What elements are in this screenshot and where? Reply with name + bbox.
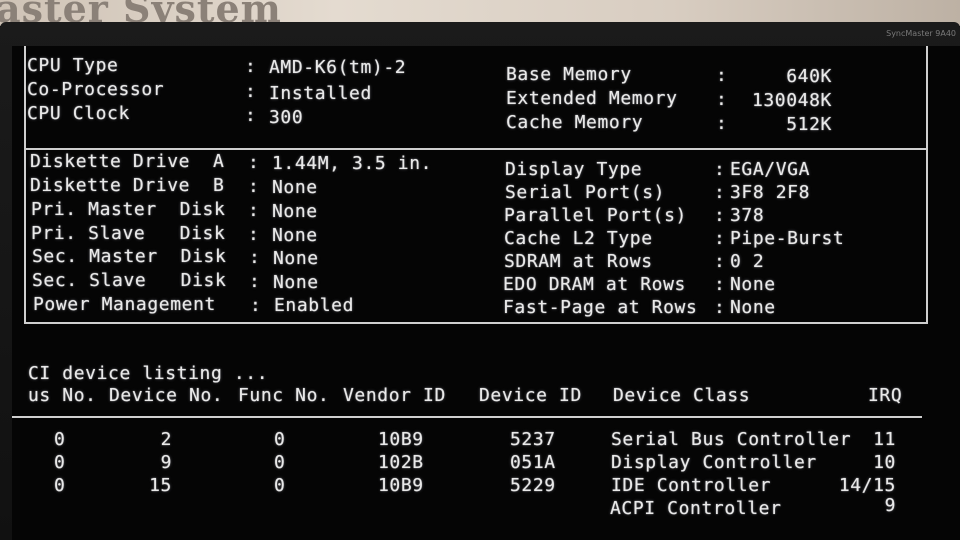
coprocessor-label: Co-Processor [27,79,165,100]
display-type-value: EGA/VGA [730,159,811,180]
fast-page-rows-value: None [730,297,776,318]
pci-header-class: Device Class [613,385,751,406]
cpu-type-label: CPU Type [27,55,119,76]
coprocessor-colon: : [245,81,257,102]
pci-row-3-vendor: 10B9 [378,475,424,496]
pri-master-label: Pri. Master Disk [31,199,226,220]
diskette-b-colon: : [248,176,260,197]
pri-master-colon: : [248,200,260,221]
pci-row-1-func: 0 [274,429,286,450]
sec-master-label: Sec. Master Disk [32,246,227,267]
cache-l2-type-colon: : [714,228,726,249]
sec-master-colon: : [249,247,261,268]
cpu-type-colon: : [245,56,257,77]
pri-slave-colon: : [248,224,260,245]
serial-ports-value: 3F8 2F8 [730,182,811,203]
pci-row-3-bus: 0 [54,475,66,496]
diskette-a-colon: : [248,152,260,173]
serial-ports-colon: : [714,182,726,203]
parallel-ports-value: 378 [730,205,765,226]
pci-row-2-func: 0 [274,452,286,473]
pci-row-3-device-id: 5229 [510,475,556,496]
pci-header-func: Func No. [238,385,330,406]
edo-dram-rows-colon: : [714,274,726,295]
pci-header-bus: us No. [28,385,97,406]
extended-memory-label: Extended Memory [506,88,678,109]
cpu-clock-colon: : [245,105,257,126]
power-management-label: Power Management [33,294,216,315]
pci-row-2-bus: 0 [54,452,66,473]
pci-row-1-device: 2 [160,429,172,450]
pci-header-vendor: Vendor ID [343,385,446,406]
sdram-rows-colon: : [714,251,726,272]
sdram-rows-label: SDRAM at Rows [504,251,653,272]
cache-memory-colon: : [716,113,728,134]
pri-slave-label: Pri. Slave Disk [31,223,226,244]
extended-memory-value: 130048K [751,90,832,111]
pci-header-irq: IRQ [868,385,903,406]
pci-header-device-id: Device ID [479,385,582,406]
cache-memory-label: Cache Memory [506,112,644,133]
display-type-label: Display Type [505,159,643,180]
bios-screen: CPU Type : AMD-K6(tm)-2 Co-Processor : I… [12,46,960,540]
sec-master-value: None [273,248,319,269]
cpu-clock-value: 300 [269,107,304,128]
pri-slave-value: None [272,225,318,246]
pci-row-2-device-id: 051A [510,452,556,473]
edo-dram-rows-label: EDO DRAM at Rows [503,274,686,295]
sec-slave-value: None [273,272,319,293]
pci-listing-title: CI device listing ... [28,363,269,384]
base-memory-colon: : [716,65,728,86]
pci-row-2-device: 9 [160,452,172,473]
pci-row-3-class: IDE Controller [611,475,772,496]
cache-memory-value: 512K [786,114,832,135]
pri-master-value: None [272,201,318,222]
parallel-ports-colon: : [714,205,726,226]
base-memory-label: Base Memory [506,64,632,85]
pci-row-1-irq: 11 [873,429,896,450]
monitor-brand-label: SyncMaster 9A40 [886,29,956,38]
pci-row-1-class: Serial Bus Controller [611,429,852,450]
cpu-type-value: AMD-K6(tm)-2 [269,57,407,78]
diskette-a-label: Diskette Drive A [30,151,225,172]
fast-page-rows-colon: : [714,297,726,318]
display-type-colon: : [714,159,726,180]
config-frame-divider [24,148,928,150]
diskette-b-label: Diskette Drive B [30,175,225,196]
diskette-a-value: 1.44M, 3.5 in. [272,153,433,174]
pci-header-device: Device No. [109,385,224,406]
pci-row-4-irq: 9 [884,495,896,516]
pci-row-3-func: 0 [274,475,286,496]
pci-row-4-class: ACPI Controller [610,498,782,519]
bios-summary: CPU Type : AMD-K6(tm)-2 Co-Processor : I… [12,46,960,540]
parallel-ports-label: Parallel Port(s) [504,205,687,226]
pci-row-1-bus: 0 [54,429,66,450]
pci-row-1-vendor: 10B9 [378,429,424,450]
pci-row-1-device-id: 5237 [510,429,556,450]
cache-l2-type-label: Cache L2 Type [504,228,653,249]
diskette-b-value: None [272,177,318,198]
power-management-colon: : [250,295,262,316]
power-management-value: Enabled [274,295,355,316]
pci-row-3-irq: 14/15 [838,475,896,496]
pci-row-2-irq: 10 [873,452,896,473]
sec-slave-colon: : [249,271,261,292]
edo-dram-rows-value: None [730,274,776,295]
sec-slave-label: Sec. Slave Disk [32,270,227,291]
pci-header-divider [12,416,922,418]
pci-row-3-device: 15 [149,475,172,496]
coprocessor-value: Installed [269,83,372,104]
sdram-rows-value: 0 2 [730,251,765,272]
pci-row-2-vendor: 102B [378,452,424,473]
cache-l2-type-value: Pipe-Burst [730,228,845,249]
base-memory-value: 640K [786,66,832,87]
extended-memory-colon: : [716,89,728,110]
serial-ports-label: Serial Port(s) [505,182,666,203]
pci-row-2-class: Display Controller [611,452,817,473]
cpu-clock-label: CPU Clock [27,103,130,124]
fast-page-rows-label: Fast-Page at Rows [503,297,698,318]
